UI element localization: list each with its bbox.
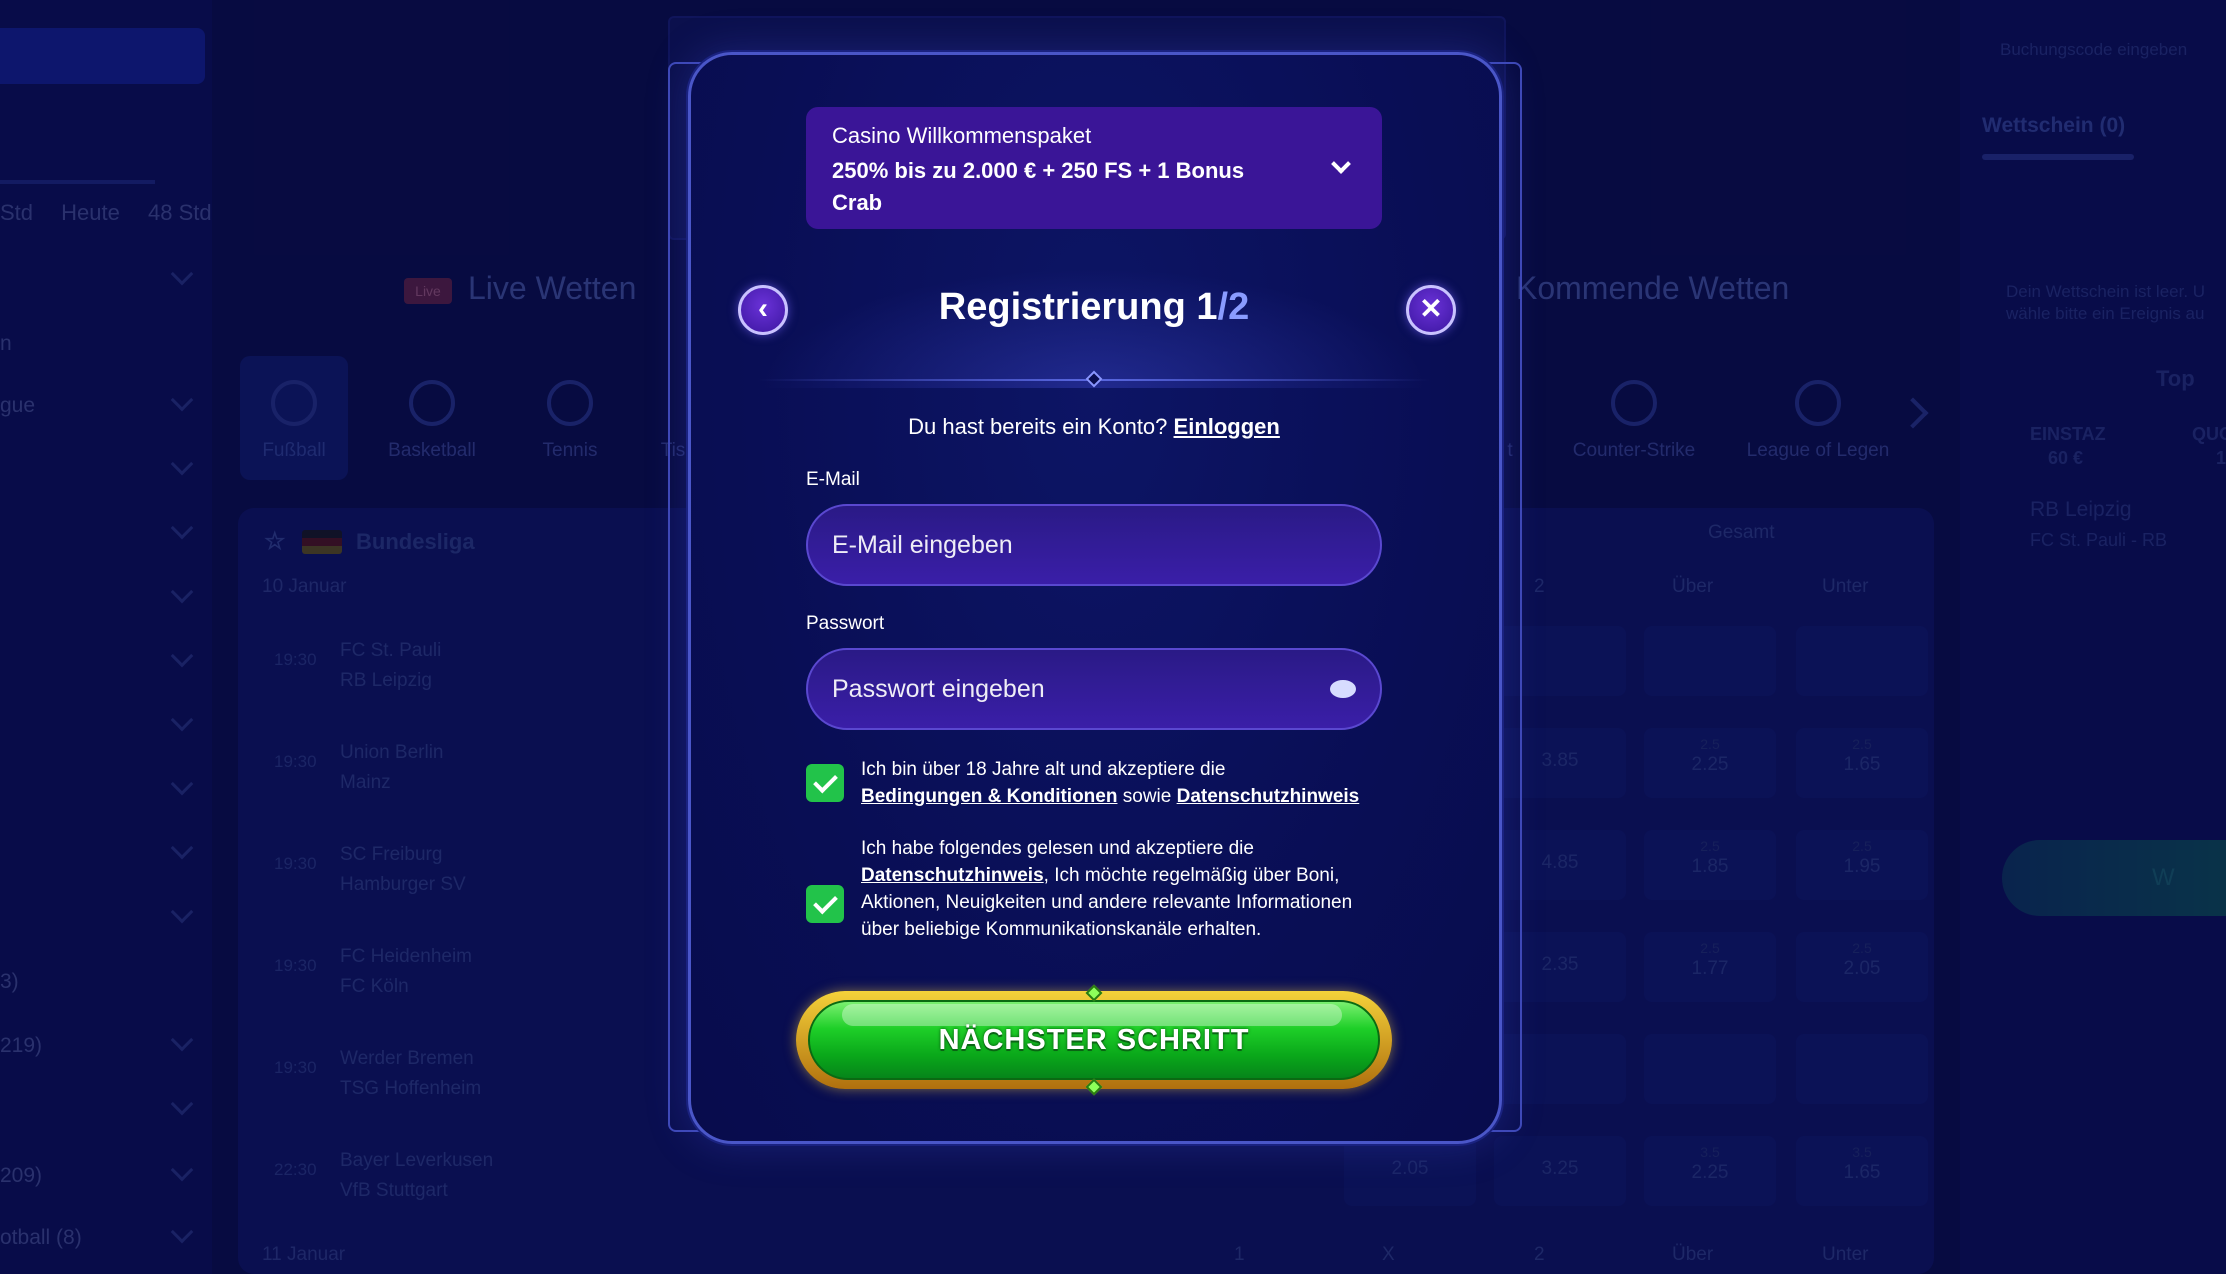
back-button[interactable]: ‹: [738, 285, 788, 335]
terms-text: Ich bin über 18 Jahre alt und akzeptiere…: [861, 759, 1360, 807]
close-icon: ✕: [1419, 293, 1443, 324]
close-button[interactable]: ✕: [1406, 285, 1456, 335]
eye-icon[interactable]: [1330, 680, 1356, 698]
chevron-left-icon: ‹: [758, 292, 768, 325]
email-input[interactable]: [832, 506, 1312, 584]
modal-title: Registrierung 1/2: [938, 286, 1250, 328]
privacy-link[interactable]: Datenschutzhinweis: [861, 865, 1044, 886]
chevron-down-icon: [1331, 154, 1351, 174]
terms-link[interactable]: Bedingungen & Konditionen: [861, 786, 1117, 807]
promo-offer: 250% bis zu 2.000 € + 250 FS + 1 Bonus C…: [832, 158, 1245, 215]
login-prompt: Du hast bereits ein Konto? Einloggen: [908, 414, 1280, 439]
consent-marketing: Ich habe folgendes gelesen und akzeptier…: [806, 835, 1382, 971]
terms-checkbox[interactable]: [806, 764, 844, 802]
privacy-link[interactable]: Datenschutzhinweis: [1177, 786, 1360, 807]
promo-subtitle: Casino Willkommenspaket: [832, 123, 1092, 148]
promo-dropdown[interactable]: Casino Willkommenspaket 250% bis zu 2.00…: [806, 107, 1382, 229]
consent-terms: Ich bin über 18 Jahre alt und akzeptiere…: [806, 756, 1382, 816]
email-field[interactable]: [806, 504, 1382, 586]
marketing-text: Ich habe folgendes gelesen und akzeptier…: [861, 838, 1353, 940]
button-shine: [842, 1004, 1342, 1026]
marketing-checkbox[interactable]: [806, 885, 844, 923]
password-input[interactable]: [832, 650, 1312, 728]
login-link[interactable]: Einloggen: [1174, 414, 1280, 439]
email-label: E-Mail: [806, 469, 860, 490]
password-field[interactable]: [806, 648, 1382, 730]
password-label: Passwort: [806, 613, 885, 634]
